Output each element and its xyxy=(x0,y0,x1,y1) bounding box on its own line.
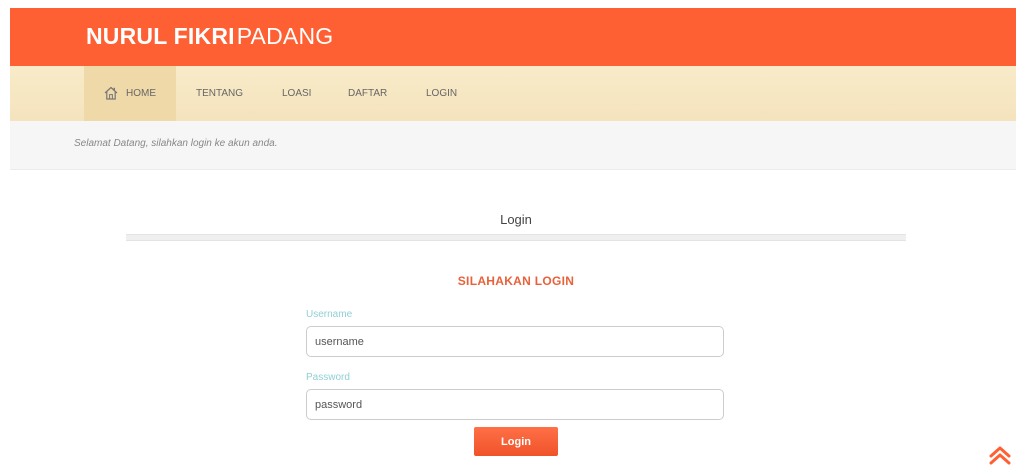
page: NURUL FIKRIPADANG HOME TENTANG LOASI DAF… xyxy=(0,0,1016,469)
nav-item-home[interactable]: HOME xyxy=(84,66,176,121)
title-divider xyxy=(126,234,906,241)
brand-city: PADANG xyxy=(236,23,334,49)
site-logo[interactable]: NURUL FIKRIPADANG xyxy=(86,22,333,50)
password-input[interactable] xyxy=(306,389,724,420)
nav-item-tentang[interactable]: TENTANG xyxy=(196,66,243,121)
double-chevron-up-icon[interactable] xyxy=(988,444,1012,466)
brand-name: NURUL FIKRI xyxy=(86,23,235,49)
login-form-heading: SILAHAKAN LOGIN xyxy=(457,274,575,288)
nav-item-label: HOME xyxy=(126,88,156,99)
username-label: Username xyxy=(306,309,353,320)
site-header: NURUL FIKRIPADANG xyxy=(10,8,1016,66)
username-input[interactable] xyxy=(306,326,724,357)
password-label: Password xyxy=(306,372,350,383)
login-button[interactable]: Login xyxy=(474,427,558,456)
home-icon xyxy=(104,86,118,100)
nav-item-loasi[interactable]: LOASI xyxy=(282,66,311,121)
nav-item-daftar[interactable]: DAFTAR xyxy=(348,66,387,121)
nav-item-login[interactable]: LOGIN xyxy=(426,66,457,121)
welcome-bar: Selamat Datang, silahkan login ke akun a… xyxy=(10,121,1016,170)
page-title: Login xyxy=(500,212,532,227)
welcome-message: Selamat Datang, silahkan login ke akun a… xyxy=(74,138,278,149)
main-nav: HOME TENTANG LOASI DAFTAR LOGIN xyxy=(10,66,1016,121)
